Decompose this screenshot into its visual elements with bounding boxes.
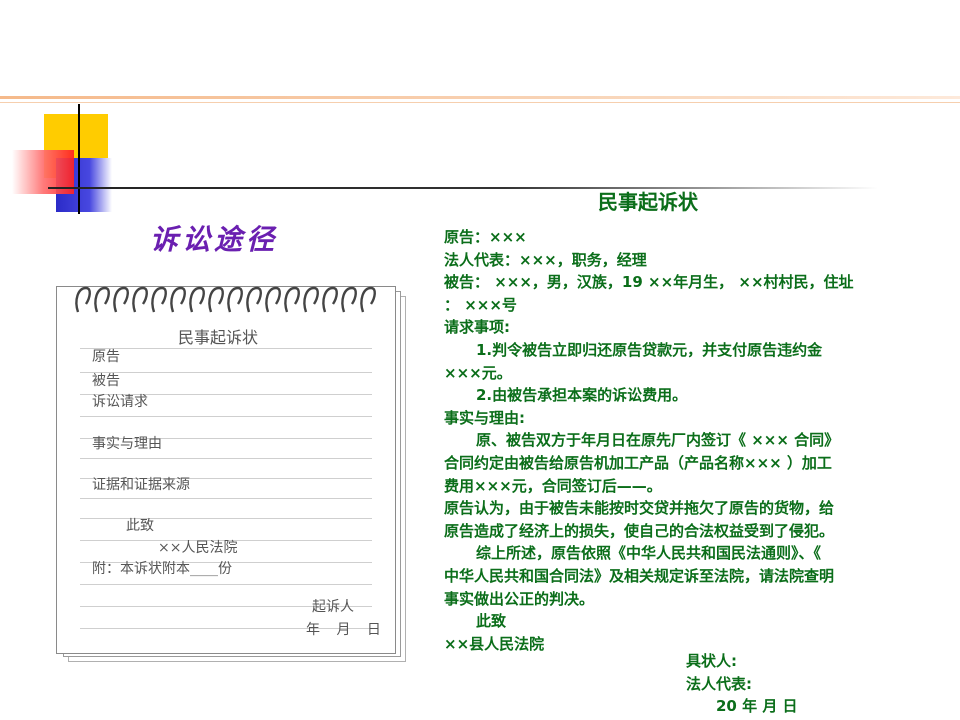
document-line: ×××元。 xyxy=(444,363,512,382)
notebook-date: 年 月 日 xyxy=(306,622,387,638)
left-title: 诉讼途径 xyxy=(150,223,279,256)
notebook-rule xyxy=(80,348,372,349)
document-line: ： ×××号 xyxy=(444,295,517,314)
signature-block: 具状人: 法人代表: 20 年 月 日 xyxy=(686,650,798,718)
notebook-closing: 此致 xyxy=(126,518,154,534)
signature-plaintiff: 具状人: xyxy=(686,652,737,670)
notebook-field: 诉讼请求 xyxy=(92,394,148,410)
document-line: 费用×××元，合同签订后——。 xyxy=(444,476,662,495)
document-body: 原告：××× 法人代表：×××，职务，经理被告： ×××，男，汉族，19 ××年月… xyxy=(444,226,944,655)
notebook-court: ××人民法院 xyxy=(158,540,238,556)
signature-date: 20 年 月 日 xyxy=(716,697,798,716)
notebook-field: 事实与理由 xyxy=(92,436,162,452)
notebook-field: 证据和证据来源 xyxy=(92,477,190,493)
document-line: 此致 xyxy=(476,612,507,631)
notebook-rule xyxy=(80,498,372,499)
document-line: 原告认为，由于被告未能按时交贷并拖欠了原告的货物，给 xyxy=(444,499,835,518)
document-line: 原告造成了经济上的损失，使自己的合法权益受到了侵犯。 xyxy=(444,521,835,540)
notebook-rule xyxy=(80,584,372,585)
document-line: 原、被告双方于年月日在原先厂内签订《 ××× 合同》 xyxy=(476,431,840,450)
header-rule xyxy=(0,96,960,99)
notebook-field: 原告 xyxy=(92,349,120,365)
spiral-binding-icon xyxy=(75,286,376,313)
notebook-attachment: 附：本诉状附本____份 xyxy=(92,561,232,577)
header-rule-thin xyxy=(0,102,960,103)
notebook-rule xyxy=(80,372,372,373)
document-line: 请求事项: xyxy=(444,318,510,337)
document-line: 法人代表：×××，职务，经理 xyxy=(444,250,647,269)
notebook-signer: 起诉人 xyxy=(312,599,354,615)
notebook-field: 被告 xyxy=(92,373,120,389)
decor-vertical-line xyxy=(78,104,80,214)
notebook-rule xyxy=(80,416,372,417)
title-underline xyxy=(48,187,878,189)
document-line: 合同约定由被告给原告机加工产品（产品名称××× ）加工 xyxy=(444,453,832,472)
document-title: 民事起诉状 xyxy=(598,190,698,214)
notebook-rule xyxy=(80,458,372,459)
signature-representative: 法人代表: xyxy=(686,674,752,693)
document-line: 中华人民共和国合同法》及相关规定诉至法院，请法院查明 xyxy=(444,566,835,585)
document-line: 2.由被告承担本案的诉讼费用。 xyxy=(476,386,688,405)
document-line: 1.判令被告立即归还原告贷款元，并支付原告违约金 xyxy=(476,340,823,359)
notebook-heading: 民事起诉状 xyxy=(178,328,259,347)
notebook-rule xyxy=(80,518,372,519)
notebook-illustration: 民事起诉状 原告 被告 诉讼请求 事实与理由 证据和证据来源 此致 ××人民法院… xyxy=(56,282,408,662)
document-line: 被告： ×××，男，汉族，19 ××年月生， ××村村民，住址 xyxy=(444,273,854,292)
document-line: 综上所述，原告依照《中华人民共和国民法通则》、《 xyxy=(476,544,822,563)
document-line: 原告：××× xyxy=(444,228,527,246)
document-line: 事实与理由: xyxy=(444,408,525,427)
document-line: 事实做出公正的判决。 xyxy=(444,589,595,608)
